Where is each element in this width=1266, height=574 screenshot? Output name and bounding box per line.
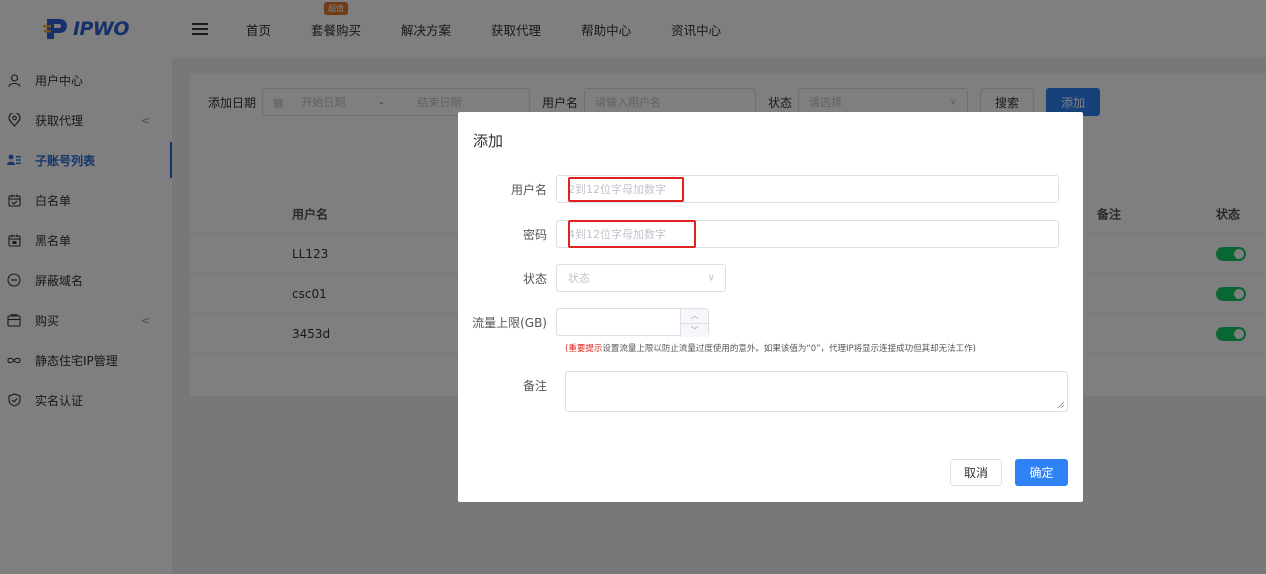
traffic-limit-row: 流量上限(GB) ︿ ﹀ (458, 308, 1083, 337)
cancel-button[interactable]: 取消 (950, 459, 1002, 486)
hint-important-prefix: (重要提示 (565, 344, 603, 354)
password-row: 密码 4到12位字母加数字 (458, 220, 1083, 248)
increment-icon[interactable]: ︿ (681, 309, 708, 324)
dialog-title: 添加 (473, 132, 504, 150)
highlight-box (568, 220, 696, 248)
highlight-box (568, 177, 684, 202)
chevron-down-icon: ∨ (707, 272, 715, 284)
traffic-limit-hint: (重要提示设置流量上限以防止流量过度使用的意外。如果该值为“0”，代理IP将显示… (565, 342, 976, 354)
decrement-icon[interactable]: ﹀ (681, 323, 708, 337)
status-placeholder: 状态 (568, 272, 590, 285)
resize-handle-icon[interactable] (1057, 401, 1065, 409)
traffic-limit-stepper[interactable]: ︿ ﹀ (556, 308, 709, 337)
add-sub-account-dialog: 添加 用户名 2到12位字母加数字 密码 4到12位字母加数字 状态 状态 ∨ … (458, 112, 1083, 502)
remark-label: 备注 (522, 379, 547, 393)
username-row: 用户名 2到12位字母加数字 (458, 175, 1083, 203)
traffic-limit-label: 流量上限(GB) (472, 315, 547, 330)
status-select[interactable]: 状态 ∨ (556, 264, 726, 292)
username-label: 用户名 (510, 182, 547, 197)
hint-text: 设置流量上限以防止流量过度使用的意外。如果该值为“0”，代理IP将显示连接成功但… (602, 344, 976, 354)
confirm-button[interactable]: 确定 (1015, 459, 1068, 486)
status-label: 状态 (522, 271, 547, 286)
status-row: 状态 状态 ∨ (458, 264, 1083, 292)
stepper-controls: ︿ ﹀ (680, 309, 708, 337)
remark-textarea[interactable] (565, 371, 1068, 412)
password-label: 密码 (522, 227, 547, 242)
